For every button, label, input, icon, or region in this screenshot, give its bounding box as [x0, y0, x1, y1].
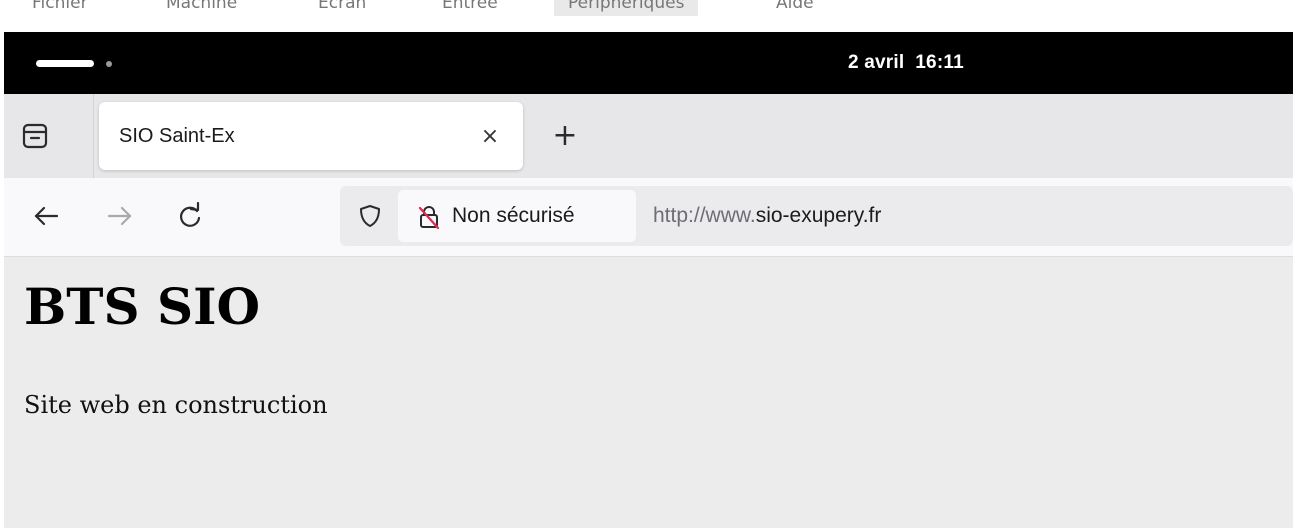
tab-title: SIO Saint-Ex — [119, 125, 235, 147]
forward-arrow-icon[interactable] — [104, 200, 136, 232]
vm-menu-machine[interactable]: Machine — [166, 0, 237, 16]
activities-indicator[interactable] — [36, 60, 94, 67]
vm-menu-peripheriques[interactable]: Périphériques — [554, 0, 699, 16]
url-prefix: http://www. — [653, 204, 756, 227]
vm-menu-entree[interactable]: Entrée — [442, 0, 498, 16]
tab-separator — [93, 94, 94, 178]
vm-menu-ecran[interactable]: Écran — [318, 0, 366, 16]
tab-sio-saint-ex[interactable]: SIO Saint-Ex × — [99, 102, 523, 170]
tracking-protection-shield-icon[interactable] — [358, 204, 382, 228]
back-arrow-icon[interactable] — [30, 200, 62, 232]
insecure-lock-icon — [418, 205, 440, 230]
workspace-dot[interactable] — [106, 61, 112, 67]
site-security-button[interactable]: Non sécurisé — [398, 190, 636, 242]
address-bar[interactable]: Non sécurisé http://www.sio-exupery.fr — [340, 186, 1293, 246]
desktop-top-bar: 2 avril 16:11 — [4, 32, 1293, 94]
vm-menu-fichier[interactable]: Fichier — [32, 0, 88, 16]
tab-list-icon[interactable] — [20, 122, 50, 150]
url-domain: sio-exupery.fr — [755, 204, 882, 227]
vm-host-menubar: Fichier Machine Écran Entrée Périphériqu… — [0, 0, 1293, 32]
new-tab-button[interactable]: + — [550, 120, 580, 152]
page-heading: BTS SIO — [24, 277, 261, 336]
tab-strip: SIO Saint-Ex × + — [4, 94, 1293, 178]
vm-menu-aide[interactable]: Aide — [776, 0, 814, 16]
security-label: Non sécurisé — [452, 204, 575, 227]
page-paragraph: Site web en construction — [24, 391, 328, 419]
web-page-content: BTS SIO Site web en construction — [4, 257, 1293, 528]
clock[interactable]: 2 avril 16:11 — [848, 32, 964, 94]
reload-icon[interactable] — [174, 200, 206, 232]
url-text[interactable]: http://www.sio-exupery.fr — [653, 186, 881, 246]
navigation-bar: Non sécurisé http://www.sio-exupery.fr — [4, 178, 1293, 257]
tab-close-icon[interactable]: × — [477, 124, 503, 150]
